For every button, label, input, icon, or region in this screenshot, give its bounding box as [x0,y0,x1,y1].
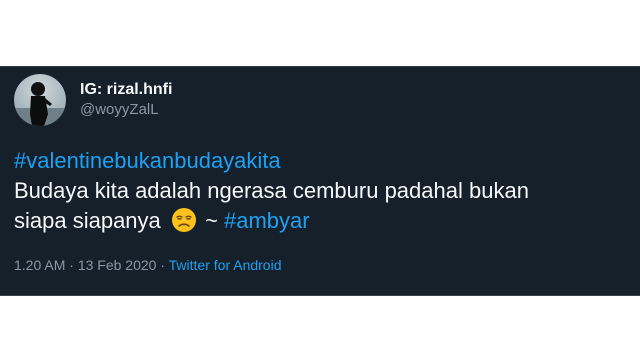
avatar-silhouette-icon [14,82,66,126]
meta-separator-2: · [156,257,169,273]
tweet-source-link[interactable]: Twitter for Android [169,257,282,273]
tweet-card: IG: rizal.hnfi @woyyZalL #valentinebukan… [0,66,640,296]
tweet-text: #valentinebukanbudayakita Budaya kita ad… [14,146,626,236]
unamused-face-icon [171,208,196,232]
author-display-name[interactable]: IG: rizal.hnfi [80,80,172,100]
tweet-line-2: siapa siapanya [14,208,161,233]
tweet-line-1: Budaya kita adalah ngerasa cemburu padah… [14,178,529,203]
hashtag-ambyar[interactable]: #ambyar [224,208,310,233]
tilde-text: ~ [198,208,224,233]
tweet-meta: 1.20 AM · 13 Feb 2020 · Twitter for Andr… [14,256,281,274]
tweet-date[interactable]: 13 Feb 2020 [78,257,157,273]
top-divider [0,66,640,67]
author-names: IG: rizal.hnfi @woyyZalL [80,80,172,120]
meta-separator: · [65,257,78,273]
bottom-divider [0,295,640,296]
author-handle[interactable]: @woyyZalL [80,100,172,120]
hashtag-valentine[interactable]: #valentinebukanbudayakita [14,148,281,173]
tweet-time[interactable]: 1.20 AM [14,257,65,273]
avatar[interactable] [14,74,66,126]
tweet-header: IG: rizal.hnfi @woyyZalL [14,74,172,126]
